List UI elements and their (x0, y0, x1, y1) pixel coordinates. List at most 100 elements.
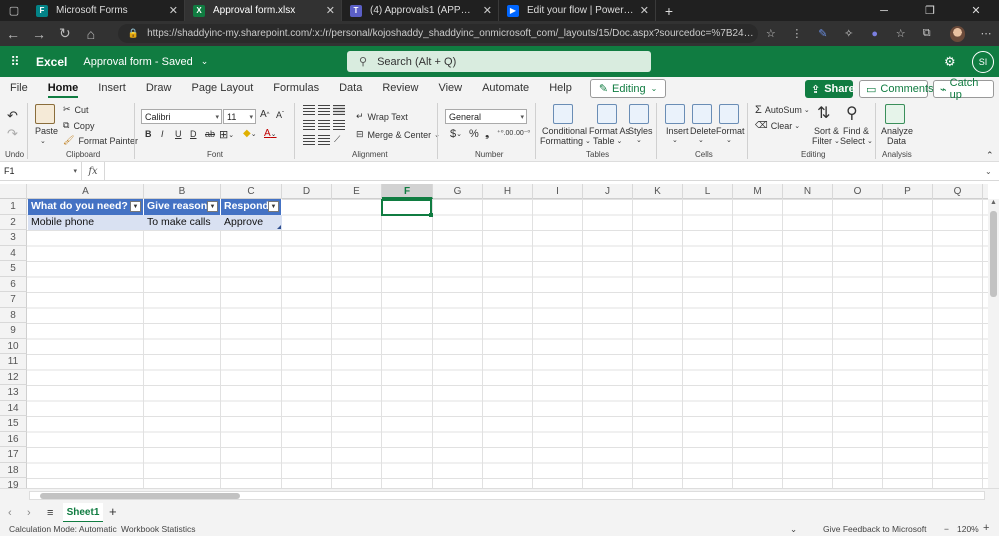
tab-formulas[interactable]: Formulas (263, 77, 329, 100)
row-header[interactable]: 9 (0, 323, 27, 339)
sort-filter-label-1[interactable]: Sort & (814, 126, 839, 136)
insert-cells-button[interactable]: Insert (666, 126, 689, 136)
autosum-button[interactable]: Σ AutoSum ⌄ (755, 104, 810, 116)
give-feedback-link[interactable]: Give Feedback to Microsoft (823, 524, 926, 534)
borders-icon[interactable]: ⊞ ⌄ (219, 128, 234, 141)
column-header[interactable]: Q (933, 184, 983, 199)
tab-actions-icon[interactable]: ▢ (0, 0, 28, 21)
calculation-mode[interactable]: Calculation Mode: Automatic (9, 524, 117, 534)
tab-data[interactable]: Data (329, 77, 372, 100)
row-header[interactable]: 6 (0, 276, 27, 292)
sort-filter-icon[interactable]: ⇅ (817, 103, 830, 123)
align-bottom-icon[interactable] (333, 105, 345, 115)
all-sheets-menu-icon[interactable]: ≡ (47, 507, 53, 519)
percent-icon[interactable]: % (469, 128, 479, 140)
back-icon[interactable]: ← (0, 26, 26, 42)
pen-extension-icon[interactable]: ✎ (810, 27, 836, 40)
conditional-formatting-label-1[interactable]: Conditional (542, 126, 587, 136)
browser-tab-teams[interactable]: T (4) Approvals1 (APPROVAL TEST ✕ (342, 0, 499, 21)
find-select-button[interactable]: Select ⌄ (840, 136, 873, 146)
analyze-data-icon[interactable] (885, 104, 905, 124)
chevron-down-icon[interactable]: ⌄ (726, 136, 732, 144)
delete-cells-icon[interactable] (692, 104, 712, 124)
increase-indent-icon[interactable] (318, 135, 330, 145)
orientation-icon[interactable]: ⟋ (334, 134, 340, 145)
increase-font-size-icon[interactable]: A ^ (260, 109, 270, 120)
previous-sheet-icon[interactable]: ‹ (8, 507, 12, 519)
column-header[interactable]: N (783, 184, 833, 199)
row-header[interactable]: 17 (0, 447, 27, 463)
collapse-ribbon-icon[interactable]: ⌃ (986, 150, 994, 161)
format-as-table-button[interactable]: Table ⌄ (593, 136, 622, 146)
font-color-icon[interactable]: A ⌄ (264, 128, 277, 139)
chevron-down-icon[interactable]: ⌄ (201, 56, 209, 67)
minimize-icon[interactable]: ─ (861, 0, 907, 21)
column-header[interactable]: L (683, 184, 733, 199)
row-header[interactable]: 2 (0, 214, 27, 230)
find-select-label-1[interactable]: Find & (843, 126, 869, 136)
editing-mode-dropdown[interactable]: ✎ Editing ⌄ (589, 79, 667, 98)
row-header[interactable]: 4 (0, 245, 27, 261)
zoom-in-icon[interactable]: + (983, 522, 989, 534)
column-header[interactable]: F (382, 184, 433, 199)
close-tab-icon[interactable]: ✕ (326, 4, 335, 17)
cut-button[interactable]: ✂ Cut (63, 104, 89, 115)
scroll-up-icon[interactable]: ▲ (990, 199, 997, 206)
new-tab-icon[interactable]: + (656, 0, 682, 21)
filter-dropdown-icon[interactable]: ▼ (130, 201, 141, 212)
format-cells-icon[interactable] (719, 104, 739, 124)
expand-formula-bar-icon[interactable]: ⌄ (985, 167, 999, 176)
wrap-text-button[interactable]: ↵ Wrap Text (356, 111, 408, 122)
formula-input[interactable] (104, 161, 985, 181)
chevron-down-icon[interactable]: ⌄ (672, 136, 678, 144)
format-as-table-icon[interactable] (597, 104, 617, 124)
find-select-icon[interactable]: ⚲ (846, 103, 858, 123)
column-header[interactable]: E (332, 184, 382, 199)
horizontal-scrollbar[interactable] (29, 491, 985, 500)
function-icon[interactable]: fx (82, 166, 104, 177)
table-cell[interactable]: Approve (221, 214, 282, 230)
row-header[interactable]: 11 (0, 354, 27, 370)
tab-page-layout[interactable]: Page Layout (181, 77, 263, 100)
column-header[interactable]: O (833, 184, 883, 199)
search-input[interactable]: ⚲ Search (Alt + Q) (347, 51, 651, 72)
table-header-cell[interactable]: Give reason ▼ (144, 199, 221, 215)
delete-cells-button[interactable]: Delete (690, 126, 716, 136)
column-header[interactable]: H (483, 184, 533, 199)
column-header[interactable]: B (144, 184, 221, 199)
browser-tab-forms[interactable]: F Microsoft Forms ✕ (28, 0, 185, 21)
align-left-icon[interactable] (303, 120, 315, 130)
font-size-select[interactable]: 11 ▾ (223, 109, 256, 124)
home-icon[interactable]: ⌂ (78, 26, 104, 42)
tab-file[interactable]: File (0, 77, 38, 100)
insert-cells-icon[interactable] (665, 104, 685, 124)
clear-button[interactable]: ⌫ Clear ⌄ (755, 120, 800, 131)
zoom-out-icon[interactable]: − (944, 524, 949, 534)
extension-icon[interactable]: ⋮ (784, 27, 810, 40)
align-middle-icon[interactable] (318, 105, 330, 115)
column-header[interactable]: C (221, 184, 282, 199)
horizontal-scroll-thumb[interactable] (40, 493, 240, 499)
decrease-font-size-icon[interactable]: Aˇ (276, 110, 284, 120)
analyze-data-label-2[interactable]: Data (887, 136, 906, 146)
chevron-down-icon[interactable]: ⌄ (790, 524, 797, 535)
tab-insert[interactable]: Insert (88, 77, 136, 100)
catch-up-button[interactable]: ⌁ Catch up (933, 77, 994, 101)
row-header[interactable]: 8 (0, 307, 27, 323)
font-name-select[interactable]: Calibri ▾ (141, 109, 222, 124)
merge-center-button[interactable]: ⊟Merge & Center⌄ (356, 129, 440, 140)
favorites-icon[interactable]: ☆ (888, 27, 914, 40)
decrease-indent-icon[interactable] (303, 135, 315, 145)
column-header[interactable]: G (433, 184, 483, 199)
table-header-cell[interactable]: What do you need? ▼ (28, 199, 144, 215)
chevron-down-icon[interactable]: ⌄ (40, 137, 46, 145)
vertical-scrollbar[interactable]: ▲ ▼ (988, 199, 999, 495)
refresh-icon[interactable]: ↻ (52, 25, 78, 42)
row-header[interactable]: 18 (0, 462, 27, 478)
format-as-table-label-1[interactable]: Format As (589, 126, 630, 136)
column-header[interactable]: J (583, 184, 633, 199)
row-header[interactable]: 12 (0, 369, 27, 385)
column-header[interactable]: I (533, 184, 583, 199)
decrease-decimal-icon[interactable]: .00⁻⁰ (514, 129, 530, 137)
tab-home[interactable]: Home (38, 77, 89, 100)
